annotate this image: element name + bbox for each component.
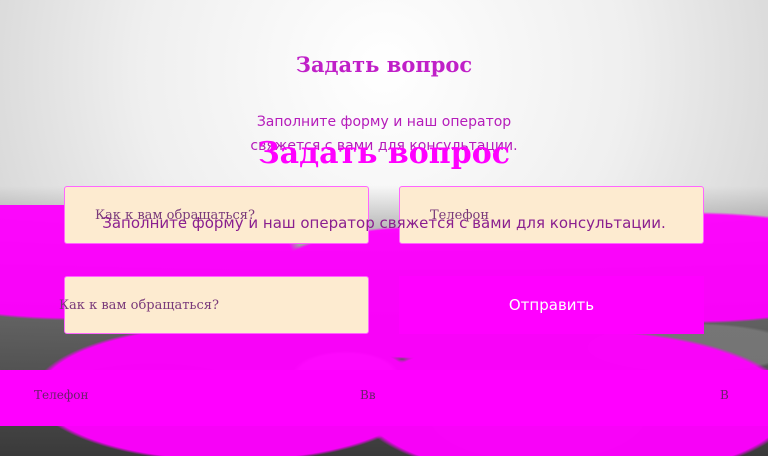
submit-button[interactable]: Отправить: [399, 276, 704, 334]
band-phone-label: Телефон: [34, 388, 89, 402]
page-title: Задать вопрос: [295, 52, 473, 77]
name-field-secondary[interactable]: Как к вам обращаться?: [59, 276, 369, 334]
band-center-label: Вв: [360, 388, 376, 402]
section-subtitle-overlay: Заполните форму и наш оператор свяжется …: [102, 214, 666, 232]
magenta-band: [0, 370, 768, 426]
name-field-secondary-placeholder: Как к вам обращаться?: [59, 297, 219, 313]
section-title-overlay: Задать вопрос: [258, 136, 510, 171]
band-right-label: В: [720, 388, 729, 402]
